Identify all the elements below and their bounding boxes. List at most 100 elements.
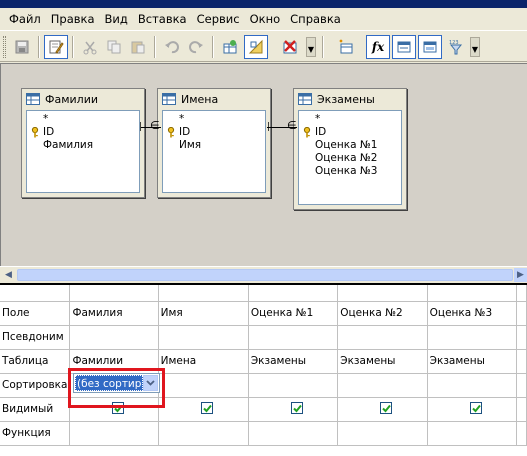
table-field-key[interactable]: ID: [166, 126, 262, 139]
function-cell[interactable]: [427, 421, 518, 446]
sort-cell[interactable]: [248, 373, 339, 398]
delete-button[interactable]: [278, 35, 302, 59]
table-field[interactable]: Оценка №3: [302, 165, 398, 178]
paste-button[interactable]: [126, 35, 150, 59]
table-window-ekzameny[interactable]: Экзамены * ID Оценка №1 Оценка №2 Оценка…: [293, 88, 407, 210]
grid-row-field: Поле Фамилия Имя Оценка №1 Оценка №2 Оце…: [0, 301, 527, 326]
save-button[interactable]: [10, 35, 34, 59]
field-cell[interactable]: Оценка №2: [337, 301, 428, 326]
field-cell[interactable]: [516, 301, 527, 326]
alias-cell[interactable]: [158, 325, 249, 350]
table-window-familii[interactable]: Фамилии * ID Фамилия: [21, 88, 145, 198]
alias-cell[interactable]: [337, 325, 428, 350]
function-cell[interactable]: [158, 421, 249, 446]
table-field[interactable]: Оценка №2: [302, 152, 398, 165]
function-cell[interactable]: [69, 421, 159, 446]
alias-cell[interactable]: [516, 325, 527, 350]
menu-insert[interactable]: Вставка: [133, 8, 192, 30]
menu-edit[interactable]: Правка: [46, 8, 100, 30]
toolbar-grip[interactable]: [3, 36, 6, 58]
field-cell[interactable]: Фамилия: [69, 301, 159, 326]
scroll-right-button[interactable]: ▶: [514, 268, 527, 282]
table-field-key[interactable]: ID: [30, 126, 136, 139]
field-cell[interactable]: Оценка №3: [427, 301, 518, 326]
column-header[interactable]: [248, 285, 339, 302]
column-header[interactable]: [427, 285, 518, 302]
alias-cell[interactable]: [427, 325, 518, 350]
redo-icon: [189, 41, 203, 54]
toolbar-separator: [154, 36, 156, 58]
table-field[interactable]: Фамилия: [30, 139, 136, 152]
table-window-title[interactable]: Экзамены: [294, 89, 406, 109]
grid-row-function: Функция: [0, 421, 527, 446]
toolbar-overflow-button[interactable]: ▼: [470, 37, 480, 57]
visible-checkbox[interactable]: [200, 401, 213, 414]
table-field[interactable]: *: [30, 113, 136, 126]
row-label: Видимый: [0, 397, 71, 422]
function-cell[interactable]: [516, 421, 527, 446]
menu-window[interactable]: Окно: [245, 8, 286, 30]
column-header[interactable]: [158, 285, 249, 302]
edit-mode-button[interactable]: [44, 35, 68, 59]
new-field-button[interactable]: [334, 35, 358, 59]
visible-checkbox[interactable]: [380, 401, 393, 414]
table-field[interactable]: *: [166, 113, 262, 126]
table-cell[interactable]: Имена: [158, 349, 249, 374]
checkmark-icon: [382, 404, 392, 412]
row-label: Поле: [0, 301, 71, 326]
alias-cell[interactable]: [69, 325, 159, 350]
table-cell[interactable]: Экзамены: [248, 349, 339, 374]
column-header[interactable]: [69, 285, 159, 302]
visible-checkbox[interactable]: [469, 401, 482, 414]
table-window-imena[interactable]: Имена * ID Имя: [157, 88, 271, 198]
table-field[interactable]: Оценка №1: [302, 139, 398, 152]
table-cell[interactable]: Экзамены: [337, 349, 428, 374]
checkmark-icon: [202, 404, 212, 412]
row-label: Таблица: [0, 349, 71, 374]
table-field[interactable]: *: [302, 113, 398, 126]
copy-button[interactable]: [102, 35, 126, 59]
redo-button[interactable]: [184, 35, 208, 59]
table-window-name: Фамилии: [45, 92, 98, 106]
table-cell[interactable]: [516, 349, 527, 374]
horizontal-scrollbar[interactable]: ◀ ▶: [0, 266, 527, 282]
table-window-title[interactable]: Имена: [158, 89, 270, 109]
function-cell[interactable]: [337, 421, 428, 446]
alias-cell[interactable]: [248, 325, 339, 350]
menu-tools[interactable]: Сервис: [192, 8, 245, 30]
undo-button[interactable]: [160, 35, 184, 59]
function-button[interactable]: fx: [366, 35, 390, 59]
table-window-title[interactable]: Фамилии: [22, 89, 144, 109]
design-button[interactable]: [244, 35, 268, 59]
menu-help[interactable]: Справка: [285, 8, 346, 30]
column-header[interactable]: [516, 285, 527, 302]
menu-view[interactable]: Вид: [100, 8, 133, 30]
function-cell[interactable]: [248, 421, 339, 446]
table-field-list: * ID Оценка №1 Оценка №2 Оценка №3: [298, 110, 402, 205]
sort-cell[interactable]: [337, 373, 428, 398]
column-header[interactable]: [337, 285, 428, 302]
alias-button[interactable]: [418, 35, 442, 59]
table-name-button[interactable]: [392, 35, 416, 59]
field-cell[interactable]: Имя: [158, 301, 249, 326]
design-icon: [248, 39, 263, 54]
sort-cell[interactable]: [158, 373, 249, 398]
table-field-key[interactable]: ID: [302, 126, 398, 139]
toolbar-overflow-button[interactable]: ▼: [306, 37, 316, 57]
visible-cell: [158, 397, 249, 422]
visible-checkbox[interactable]: [290, 401, 303, 414]
scroll-thumb[interactable]: [17, 269, 513, 281]
table-design-area[interactable]: Фамилии * ID Фамилия Имена * ID Имя Экза…: [0, 63, 527, 266]
cut-button[interactable]: [78, 35, 102, 59]
table-field[interactable]: Имя: [166, 139, 262, 152]
sort-cell[interactable]: [427, 373, 518, 398]
scroll-left-button[interactable]: ◀: [1, 268, 16, 282]
sort-cell[interactable]: [516, 373, 527, 398]
key-icon: [31, 127, 39, 138]
table-window-name: Экзамены: [317, 92, 375, 106]
menu-file[interactable]: Файл: [4, 8, 46, 30]
table-cell[interactable]: Экзамены: [427, 349, 518, 374]
distinct-button[interactable]: 123: [444, 35, 468, 59]
field-cell[interactable]: Оценка №1: [248, 301, 339, 326]
add-table-button[interactable]: [218, 35, 242, 59]
